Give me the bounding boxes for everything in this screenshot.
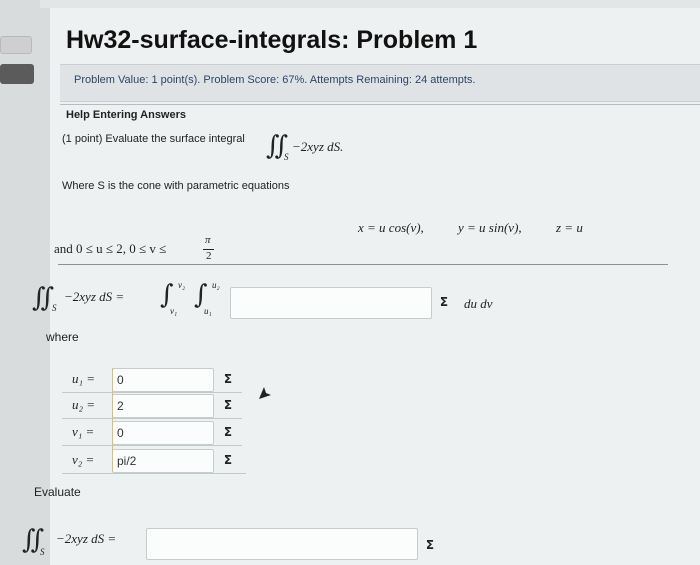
limit-label-u1: u₁ = [72, 371, 96, 386]
bounds-text: and 0 ≤ u ≤ 2, 0 ≤ v ≤ [54, 241, 167, 256]
lower-limit-u: u₁ [204, 306, 212, 316]
integral-region-label: S [40, 547, 45, 557]
page-title: Hw32-surface-integrals: Problem 1 [66, 26, 478, 54]
u1-input[interactable]: 0 [112, 368, 214, 392]
integral-v-symbol: ∫ [160, 280, 174, 310]
divider [60, 104, 700, 105]
upper-limit-u: u₂ [212, 280, 220, 290]
where-label: where [46, 330, 79, 344]
du-dv: du dv [464, 296, 493, 311]
equation-editor-sigma-icon[interactable]: Σ [436, 295, 452, 309]
row-divider [62, 392, 242, 393]
problem-value-text: Problem Value: 1 point(s). Problem Score… [74, 74, 476, 86]
integral-region-label: S [52, 303, 57, 313]
divider [58, 264, 668, 265]
equation-editor-sigma-icon[interactable]: Σ [220, 398, 236, 412]
table-left-rule [112, 368, 113, 472]
help-entering-answers-link[interactable]: Help Entering Answers [66, 109, 186, 121]
bounds-frac-num: π [205, 234, 211, 246]
equation-editor-sigma-icon[interactable]: Σ [220, 453, 236, 467]
equation-editor-sigma-icon[interactable]: Σ [422, 538, 438, 552]
row-divider [62, 445, 242, 446]
where-s-text: Where S is the cone with parametric equa… [62, 180, 290, 192]
integrand-answer-input[interactable] [230, 287, 432, 319]
param-y: y = u sin(v), [458, 220, 522, 235]
lower-limit-v: v₁ [170, 306, 178, 316]
v1-value: 0 [117, 426, 124, 440]
mouse-cursor-icon [259, 387, 271, 399]
integral-u-symbol: ∫ [194, 280, 208, 310]
final-answer-input[interactable] [146, 528, 418, 560]
u2-input[interactable]: 2 [112, 394, 214, 418]
integral-lhs: −2xyz dS = [64, 289, 125, 304]
param-x: x = u cos(v), [358, 220, 424, 235]
upper-limit-v: v₂ [178, 280, 186, 290]
top-shade [40, 0, 700, 8]
row-divider [62, 473, 246, 474]
row-divider [62, 418, 242, 419]
limit-label-u2: u₂ = [72, 397, 96, 412]
u2-value: 2 [117, 399, 124, 413]
limit-label-v2: v₂ = [72, 452, 95, 467]
equation-editor-sigma-icon[interactable]: Σ [220, 372, 236, 386]
double-integral-symbol: ∬ [32, 283, 55, 313]
v2-value: pi/2 [117, 454, 137, 468]
equation-editor-sigma-icon[interactable]: Σ [220, 425, 236, 439]
final-integral-lhs: −2xyz dS = [56, 531, 117, 546]
param-z: z = u [556, 220, 583, 235]
v1-input[interactable]: 0 [112, 421, 214, 445]
prompt-integrand: −2xyz dS. [292, 139, 344, 154]
sidebar-tab-active[interactable] [0, 64, 34, 84]
integral-region-label: S [284, 152, 289, 162]
limit-label-v1: v₁ = [72, 424, 95, 439]
v2-input[interactable]: pi/2 [112, 449, 214, 473]
problem-prompt: (1 point) Evaluate the surface integral [62, 133, 245, 145]
sidebar-tab[interactable] [0, 36, 32, 54]
bounds-frac-den: 2 [206, 250, 212, 262]
evaluate-label: Evaluate [34, 485, 81, 499]
u1-value: 0 [117, 373, 124, 387]
